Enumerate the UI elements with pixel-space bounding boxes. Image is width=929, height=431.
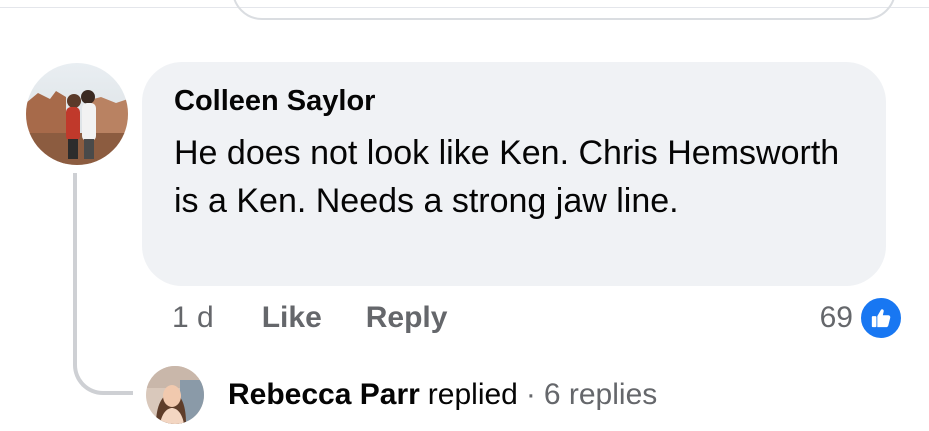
reaction-count: 69 — [819, 301, 853, 334]
previous-comment-input[interactable] — [232, 0, 896, 20]
reply-button[interactable]: Reply — [366, 301, 448, 335]
comment-timestamp[interactable]: 1 d — [172, 301, 214, 335]
comment-author[interactable]: Colleen Saylor — [174, 84, 856, 118]
like-button[interactable]: Like — [262, 301, 322, 335]
reply-verb: replied — [427, 378, 518, 411]
avatar[interactable] — [26, 63, 128, 165]
thread-connector — [73, 173, 133, 395]
reply-count: 6 replies — [543, 378, 658, 411]
comment-actions: 1 d Like Reply — [172, 298, 491, 338]
reply-author: Rebecca Parr — [228, 378, 420, 411]
separator-dot: · — [525, 378, 536, 411]
thumbs-up-icon — [859, 296, 903, 340]
reply-avatar[interactable] — [146, 366, 204, 424]
reaction-summary[interactable]: 69 — [820, 296, 903, 340]
comment-text: He does not look like Ken. Chris Hemswor… — [174, 134, 840, 220]
view-replies-link[interactable]: Rebecca Parr replied · 6 replies — [228, 373, 657, 417]
comment-bubble: Colleen Saylor He does not look like Ken… — [142, 62, 886, 286]
